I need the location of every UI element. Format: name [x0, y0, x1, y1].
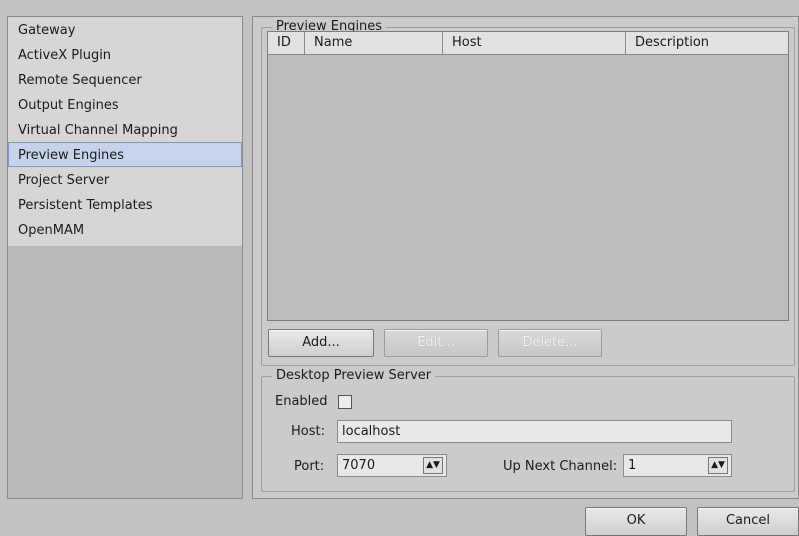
host-input[interactable]: localhost: [337, 420, 732, 443]
settings-category-list: Gateway ActiveX Plugin Remote Sequencer …: [7, 16, 243, 499]
preview-engines-table[interactable]: ID Name Host Description: [267, 31, 789, 321]
cancel-button[interactable]: Cancel: [697, 507, 799, 536]
port-label: Port:: [294, 459, 325, 474]
add-button[interactable]: Add...: [268, 329, 374, 357]
column-header-host[interactable]: Host: [443, 32, 626, 54]
port-stepper[interactable]: 7070 ▲▼: [337, 454, 447, 477]
up-next-channel-stepper[interactable]: 1 ▲▼: [623, 454, 732, 477]
up-next-channel-spin-icon[interactable]: ▲▼: [708, 457, 728, 474]
delete-button-label: Delete...: [522, 335, 578, 350]
port-value: 7070: [342, 458, 376, 473]
edit-button[interactable]: Edit...: [384, 329, 488, 357]
edit-button-label: Edit...: [417, 335, 455, 350]
ok-button-label: OK: [626, 513, 646, 528]
column-header-name[interactable]: Name: [305, 32, 443, 54]
nav-item-virtual-channel-mapping[interactable]: Virtual Channel Mapping: [8, 117, 242, 142]
nav-item-activex-plugin[interactable]: ActiveX Plugin: [8, 42, 242, 67]
nav-item-remote-sequencer[interactable]: Remote Sequencer: [8, 67, 242, 92]
cancel-button-label: Cancel: [725, 513, 771, 528]
column-header-description[interactable]: Description: [626, 32, 788, 54]
add-button-label: Add...: [302, 335, 340, 350]
up-next-channel-value: 1: [628, 458, 637, 473]
settings-panel: Preview Engines ID Name Host Description…: [252, 16, 799, 499]
port-spin-icon[interactable]: ▲▼: [423, 457, 443, 474]
host-label: Host:: [291, 424, 325, 439]
enabled-checkbox[interactable]: [338, 395, 352, 409]
nav-item-output-engines[interactable]: Output Engines: [8, 92, 242, 117]
table-header: ID Name Host Description: [268, 32, 788, 55]
nav-item-openmam[interactable]: OpenMAM: [8, 217, 242, 242]
nav-item-persistent-templates[interactable]: Persistent Templates: [8, 192, 242, 217]
nav-item-project-server[interactable]: Project Server: [8, 167, 242, 192]
enabled-label: Enabled: [275, 394, 328, 409]
preview-engines-group: Preview Engines ID Name Host Description…: [261, 19, 795, 366]
desktop-preview-server-group: Desktop Preview Server Enabled Host: loc…: [261, 368, 795, 492]
nav-item-gateway[interactable]: Gateway: [8, 17, 242, 42]
up-next-channel-label: Up Next Channel:: [503, 459, 618, 474]
ok-button[interactable]: OK: [585, 507, 687, 536]
nav-item-preview-engines[interactable]: Preview Engines: [8, 142, 242, 167]
column-header-id[interactable]: ID: [268, 32, 305, 54]
nav-items: Gateway ActiveX Plugin Remote Sequencer …: [8, 17, 242, 246]
desktop-preview-server-title: Desktop Preview Server: [272, 368, 436, 384]
delete-button[interactable]: Delete...: [498, 329, 602, 357]
